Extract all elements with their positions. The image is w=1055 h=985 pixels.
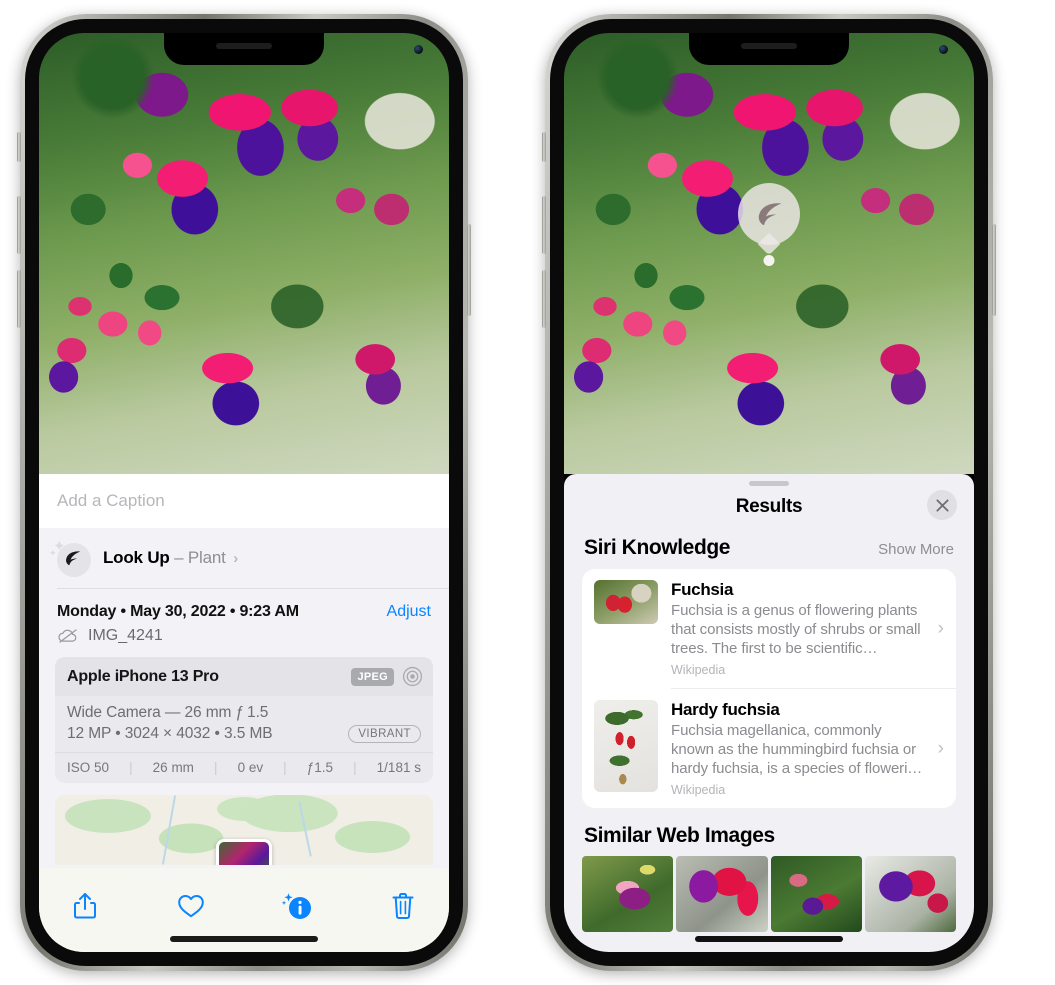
share-icon	[74, 893, 96, 919]
knowledge-title: Hardy fuchsia	[671, 700, 780, 719]
similar-image-4[interactable]	[864, 856, 956, 932]
map-photo-pin[interactable]	[216, 839, 272, 865]
photo-viewer[interactable]	[39, 33, 449, 474]
notch	[164, 33, 324, 65]
knowledge-source: Wikipedia	[671, 663, 726, 677]
mute-switch[interactable]	[17, 132, 21, 162]
volume-down-button[interactable]	[17, 270, 21, 328]
trash-icon	[392, 893, 414, 919]
siri-knowledge-header: Siri Knowledge Show More	[564, 534, 974, 569]
camera-info-card: Apple iPhone 13 Pro JPEG Wide Camera — 2…	[55, 657, 433, 783]
look-up-row[interactable]: ✦ ✦ Look Up – Plant ›	[39, 528, 449, 588]
knowledge-item[interactable]: Fuchsia Fuchsia is a genus of flowering …	[582, 569, 956, 688]
lookup-anchor-dot	[763, 255, 775, 266]
close-button[interactable]	[927, 490, 957, 520]
camera-card-body: Wide Camera — 26 mm ƒ 1.5 12 MP • 3024 ×…	[55, 696, 433, 752]
leaf-glyph	[66, 551, 81, 566]
sparkle-small-icon: ✦	[49, 548, 57, 558]
notch	[689, 33, 849, 65]
caption-input[interactable]: Add a Caption	[39, 474, 449, 528]
exif-row: ISO 50 | 26 mm | 0 ev | ƒ1.5 | 1/181 s	[55, 752, 433, 783]
info-button[interactable]	[275, 884, 319, 928]
earpiece-speaker	[216, 43, 272, 49]
exif-separator: |	[214, 760, 218, 775]
exif-focal: 26 mm	[152, 760, 194, 775]
cloud-slash-icon	[58, 629, 77, 643]
look-up-dash: –	[174, 548, 184, 567]
caption-placeholder: Add a Caption	[57, 491, 165, 510]
file-name: IMG_4241	[88, 627, 163, 644]
front-camera-icon	[414, 45, 423, 54]
knowledge-source: Wikipedia	[671, 783, 726, 797]
left-phone-screen: Add a Caption ✦ ✦ Look Up – Plant › Mond…	[39, 33, 449, 952]
left-phone: Add a Caption ✦ ✦ Look Up – Plant › Mond…	[17, 14, 471, 971]
heart-icon	[178, 895, 204, 918]
knowledge-title: Fuchsia	[671, 580, 734, 599]
knowledge-thumbnail	[594, 580, 658, 624]
volume-up-button[interactable]	[17, 196, 21, 254]
close-icon	[935, 498, 949, 512]
exif-aperture: ƒ1.5	[306, 760, 334, 775]
exif-separator: |	[283, 760, 287, 775]
power-button[interactable]	[992, 224, 996, 316]
info-sparkle-icon	[281, 893, 311, 919]
visual-lookup-marker[interactable]	[738, 183, 800, 266]
earpiece-speaker	[741, 43, 797, 49]
file-row: IMG_4241	[39, 623, 449, 657]
exif-separator: |	[353, 760, 357, 775]
results-header: Results	[564, 486, 974, 534]
exif-shutter: 1/181 s	[376, 760, 421, 775]
aperture-icon	[402, 666, 423, 687]
similar-image-2[interactable]	[676, 856, 768, 932]
look-up-title: Look Up	[103, 548, 170, 567]
photo-date: Monday • May 30, 2022 • 9:23 AM	[57, 603, 299, 620]
siri-knowledge-card: Fuchsia Fuchsia is a genus of flowering …	[582, 569, 956, 808]
vibrant-badge: VIBRANT	[348, 725, 421, 743]
results-title: Results	[735, 496, 803, 517]
results-sheet: Results Siri Knowledge Show More Fuchsia…	[564, 474, 974, 952]
section-title: Similar Web Images	[584, 824, 775, 847]
device-name: Apple iPhone 13 Pro	[67, 667, 219, 685]
chevron-right-icon: ›	[233, 550, 238, 567]
similar-web-images-header: Similar Web Images	[564, 808, 974, 856]
exif-exposure: 0 ev	[237, 760, 264, 775]
mute-switch[interactable]	[542, 132, 546, 162]
knowledge-description: Fuchsia magellanica, commonly known as t…	[671, 722, 923, 777]
chevron-right-icon: ›	[937, 617, 944, 639]
exif-separator: |	[129, 760, 133, 775]
delete-button[interactable]	[381, 884, 425, 928]
front-camera-icon	[939, 45, 948, 54]
exif-iso: ISO 50	[67, 760, 110, 775]
similar-images-row	[564, 856, 974, 932]
lens-info: Wide Camera — 26 mm ƒ 1.5	[67, 704, 269, 721]
volume-up-button[interactable]	[542, 196, 546, 254]
adjust-button[interactable]: Adjust	[387, 603, 431, 621]
knowledge-thumbnail	[594, 700, 658, 792]
leaf-icon	[758, 202, 782, 225]
look-up-label: Look Up – Plant ›	[103, 548, 238, 568]
home-indicator[interactable]	[170, 936, 318, 942]
camera-card-header: Apple iPhone 13 Pro JPEG	[55, 657, 433, 696]
share-button[interactable]	[63, 884, 107, 928]
show-more-button[interactable]: Show More	[878, 541, 954, 558]
favorite-button[interactable]	[169, 884, 213, 928]
screenshot-stage: Add a Caption ✦ ✦ Look Up – Plant › Mond…	[0, 0, 1055, 985]
similar-image-1[interactable]	[582, 856, 674, 932]
chevron-right-icon: ›	[937, 737, 944, 759]
knowledge-item[interactable]: Hardy fuchsia Fuchsia magellanica, commo…	[582, 689, 956, 808]
right-phone: Results Siri Knowledge Show More Fuchsia…	[542, 14, 996, 971]
home-indicator[interactable]	[695, 936, 843, 942]
date-row: Monday • May 30, 2022 • 9:23 AM Adjust	[39, 589, 449, 623]
leaf-icon: ✦ ✦	[49, 538, 91, 577]
section-title: Siri Knowledge	[584, 536, 731, 559]
power-button[interactable]	[467, 224, 471, 316]
similar-image-3[interactable]	[770, 856, 862, 932]
right-phone-screen: Results Siri Knowledge Show More Fuchsia…	[564, 33, 974, 952]
look-up-subject: Plant	[187, 548, 226, 567]
format-badge: JPEG	[351, 667, 394, 686]
resolution-info: 12 MP • 3024 × 4032 • 3.5 MB	[67, 725, 273, 742]
volume-down-button[interactable]	[542, 270, 546, 328]
knowledge-description: Fuchsia is a genus of flowering plants t…	[671, 602, 921, 657]
photo-location-map[interactable]	[55, 795, 433, 865]
